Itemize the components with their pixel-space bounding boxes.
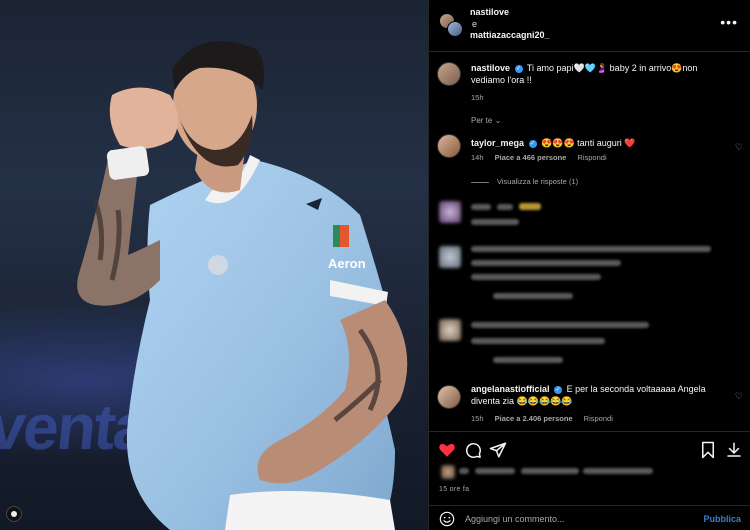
blurred-text xyxy=(471,322,649,328)
svg-text:Aeron: Aeron xyxy=(328,256,366,271)
comment-time: 15h xyxy=(471,414,484,423)
translate-label[interactable]: Per te xyxy=(471,116,492,125)
collab-avatars[interactable] xyxy=(439,13,463,37)
avatar[interactable] xyxy=(437,62,461,86)
blurred-text xyxy=(583,468,653,474)
author-username[interactable]: nastilove xyxy=(470,7,509,17)
player-illustration: Aeron xyxy=(77,41,408,530)
author-connector: e xyxy=(472,19,478,29)
post-photo[interactable]: venta pe Aeron xyxy=(0,0,428,530)
comment-icon[interactable] xyxy=(464,441,482,459)
post-header: nastilove e mattiazaccagni20_ ••• xyxy=(429,0,750,52)
chevron-down-icon: ⌄ xyxy=(494,116,502,125)
avatar xyxy=(439,319,461,341)
share-icon[interactable] xyxy=(489,441,507,459)
caption-text: nastilove ✓ Ti amo papi🤍🩵🤰 baby 2 in arr… xyxy=(471,62,727,86)
emoji-icon[interactable] xyxy=(439,511,455,527)
blurred-text xyxy=(471,219,519,225)
publish-button[interactable]: Pubblica xyxy=(703,514,741,524)
blurred-text xyxy=(471,246,711,252)
post-details-panel: nastilove e mattiazaccagni20_ ••• nastil… xyxy=(428,0,750,530)
reply-button[interactable]: Rispondi xyxy=(577,153,606,162)
post-timestamp: 15 ore fa xyxy=(439,486,470,493)
caption-time: 15h xyxy=(471,93,484,102)
blurred-text xyxy=(471,274,601,280)
comment-likes[interactable]: Piace a 2.406 persone xyxy=(495,414,573,423)
coauthor-username[interactable]: mattiazaccagni20_ xyxy=(470,30,550,40)
tagged-users-icon[interactable] xyxy=(6,506,22,522)
verified-icon: ✓ xyxy=(528,139,537,148)
comments-list[interactable]: nastilove ✓ Ti amo papi🤍🩵🤰 baby 2 in arr… xyxy=(429,53,750,431)
add-comment-bar: Pubblica xyxy=(429,505,750,530)
bookmark-icon[interactable] xyxy=(699,441,717,459)
comment-username[interactable]: angelanastiofficial xyxy=(471,384,550,394)
blurred-text xyxy=(493,293,573,299)
comment-likes[interactable]: Piace a 466 persone xyxy=(495,153,567,162)
blurred-text xyxy=(471,338,605,344)
comment-meta: 14h Piace a 466 persone Rispondi xyxy=(471,153,616,162)
post-actions: 15 ore fa Pubblica xyxy=(429,431,750,530)
blurred-text xyxy=(493,357,563,363)
heart-icon[interactable]: ♡ xyxy=(735,391,743,402)
reply-button[interactable]: Rispondi xyxy=(584,414,613,423)
comment-username[interactable]: taylor_mega xyxy=(471,138,524,148)
blurred-text xyxy=(475,468,515,474)
caption-username[interactable]: nastilove xyxy=(471,63,510,73)
verified-icon: ✓ xyxy=(554,385,563,394)
blurred-text xyxy=(471,260,621,266)
blurred-text xyxy=(471,204,491,210)
translate-toggle[interactable]: Per te ⌄ xyxy=(471,116,501,125)
heart-icon[interactable] xyxy=(438,441,456,459)
caption-meta: 15h xyxy=(471,93,493,102)
avatar[interactable] xyxy=(437,134,461,158)
verified-icon: ✓ xyxy=(514,64,523,73)
heart-icon[interactable]: ♡ xyxy=(735,142,743,153)
blurred-text xyxy=(497,204,513,210)
comment-input[interactable] xyxy=(465,511,695,527)
blurred-text xyxy=(521,468,579,474)
avatar[interactable] xyxy=(447,21,463,37)
download-icon[interactable] xyxy=(725,441,743,459)
avatar xyxy=(439,246,461,268)
avatar xyxy=(441,465,455,479)
comment-text: taylor_mega ✓ 😍😍😍 tanti auguri ❤️ xyxy=(471,137,727,149)
avatar[interactable] xyxy=(437,385,461,409)
comment-meta: 15h Piace a 2.406 persone Rispondi xyxy=(471,414,622,423)
blurred-text xyxy=(459,468,469,474)
comment-body: 😍😍😍 tanti auguri ❤️ xyxy=(541,138,636,148)
comment-text: angelanastiofficial ✓ E per la seconda v… xyxy=(471,383,727,407)
more-icon[interactable]: ••• xyxy=(720,14,738,30)
comment-time: 14h xyxy=(471,153,484,162)
blurred-text xyxy=(519,203,541,210)
view-replies-button[interactable]: Visualizza le risposte (1) xyxy=(471,177,578,186)
avatar xyxy=(439,201,461,223)
